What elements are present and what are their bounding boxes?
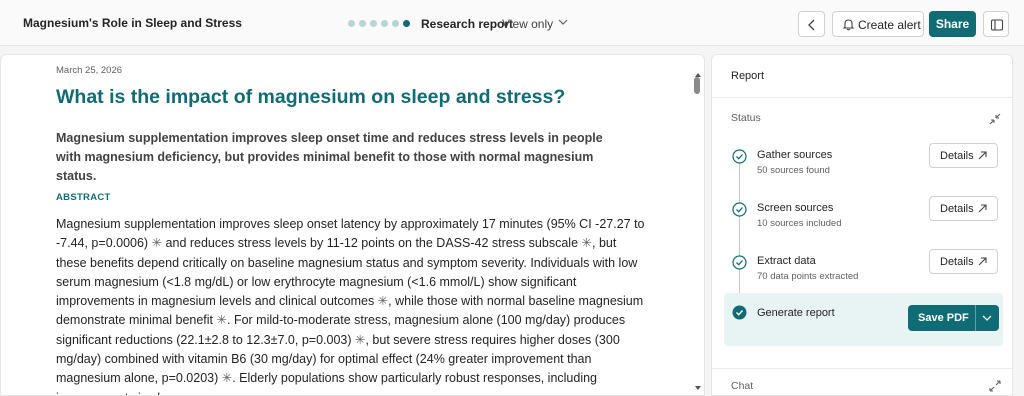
progress-dot [392, 20, 399, 27]
divider [712, 97, 1012, 98]
save-pdf-label: Save PDF [918, 312, 969, 324]
share-button[interactable]: Share [929, 11, 976, 37]
open-external-arrow-icon [978, 204, 987, 213]
details-label: Details [940, 203, 974, 215]
open-external-arrow-icon [978, 257, 987, 266]
details-label: Details [940, 256, 974, 268]
progress-dot [359, 20, 366, 27]
bell-icon [842, 19, 855, 31]
side-panel-title: Report [731, 70, 765, 82]
collapse-icon[interactable] [989, 113, 1001, 125]
check-circle-filled-icon [732, 305, 747, 320]
progress-dot [348, 20, 355, 27]
details-label: Details [940, 150, 974, 162]
view-mode-dropdown[interactable]: View only [502, 17, 553, 31]
citation-marker[interactable]: ✳ [222, 371, 232, 385]
report-heading: What is the impact of magnesium on sleep… [56, 86, 566, 108]
document-scrollbar[interactable] [692, 63, 702, 395]
step-gather-sources: Gather sources 50 sources found Details [712, 143, 1012, 199]
chevron-left-icon [808, 19, 815, 31]
step-screen-sources: Screen sources 10 sources included Detai… [712, 196, 1012, 252]
citation-marker[interactable]: ✳ [582, 236, 592, 250]
report-date: March 25, 2026 [56, 65, 123, 76]
abstract-text: Magnesium supplementation improves sleep… [56, 215, 646, 395]
scroll-thumb[interactable] [694, 77, 700, 94]
check-circle-icon [732, 149, 747, 164]
step-name: Extract data [757, 255, 816, 267]
create-alert-button[interactable]: Create alert [832, 11, 924, 37]
back-button[interactable] [798, 11, 825, 37]
save-pdf-button[interactable]: Save PDF [908, 305, 999, 331]
top-bar: Magnesium's Role in Sleep and Stress Res… [0, 0, 1024, 46]
citation-marker[interactable]: ✳ [355, 333, 365, 347]
report-type-label: Research report [421, 17, 514, 31]
details-button[interactable]: Details [929, 249, 998, 274]
create-alert-label: Create alert [858, 18, 921, 32]
step-name: Screen sources [757, 202, 834, 214]
step-name: Gather sources [757, 149, 833, 161]
progress-dot [370, 20, 377, 27]
report-side-panel: Report Status Gather sources 50 sources … [711, 54, 1013, 396]
progress-dot [381, 20, 388, 27]
citation-marker[interactable]: ✳ [217, 313, 227, 327]
chevron-down-icon[interactable] [981, 313, 993, 323]
step-detail: 10 sources included [757, 218, 842, 229]
citation-marker[interactable]: ✳ [378, 294, 388, 308]
abstract-label: ABSTRACT [56, 192, 111, 203]
status-section-label: Status [731, 112, 761, 124]
check-circle-icon [732, 255, 747, 270]
step-detail: 70 data points extracted [757, 271, 859, 282]
toggle-panel-button[interactable] [983, 11, 1009, 37]
split-divider [975, 305, 976, 331]
scroll-down-arrow-icon[interactable] [695, 386, 701, 390]
step-detail: 50 sources found [757, 165, 830, 176]
chat-section-label: Chat [731, 380, 754, 392]
report-summary: Magnesium supplementation improves sleep… [56, 131, 603, 183]
document-title: Magnesium's Role in Sleep and Stress [23, 16, 242, 30]
open-external-arrow-icon [978, 151, 987, 160]
chevron-down-icon[interactable] [557, 16, 569, 28]
step-name: Generate report [757, 307, 835, 319]
document-panel: March 25, 2026 What is the impact of mag… [0, 54, 705, 396]
details-button[interactable]: Details [929, 196, 998, 221]
abstract-segment: and reduces stress levels by 11-12 point… [162, 236, 579, 251]
citation-marker[interactable]: ✳ [152, 236, 162, 250]
check-circle-icon [732, 202, 747, 217]
divider [712, 368, 1012, 369]
progress-dot-current [403, 20, 410, 27]
panel-icon [990, 19, 1004, 31]
details-button[interactable]: Details [929, 143, 998, 168]
expand-icon[interactable] [989, 380, 1001, 392]
step-generate-report: Generate report Save PDF [724, 293, 1003, 346]
